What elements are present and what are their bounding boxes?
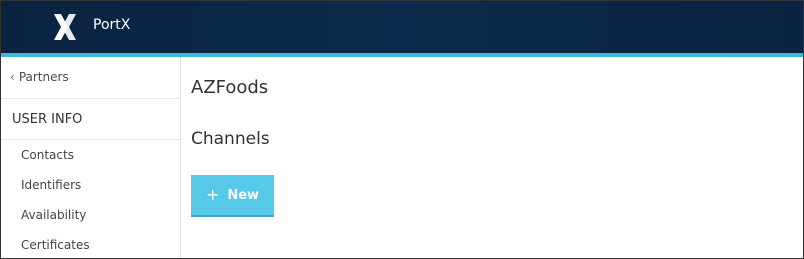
new-channel-button[interactable]: + New <box>191 175 274 217</box>
sidebar-section-title: USER INFO <box>12 112 83 127</box>
page-title: AZFoods <box>191 77 269 98</box>
portx-logo-icon[interactable] <box>51 13 79 41</box>
divider <box>1 139 181 140</box>
back-to-partners-link[interactable]: ‹ Partners <box>10 70 69 84</box>
sidebar-item-contacts[interactable]: Contacts <box>21 148 74 162</box>
sidebar-item-identifiers[interactable]: Identifiers <box>21 178 81 192</box>
sidebar-item-availability[interactable]: Availability <box>21 208 86 222</box>
divider <box>1 98 181 99</box>
section-heading-channels: Channels <box>191 129 270 149</box>
chevron-left-icon: ‹ <box>10 70 15 84</box>
top-bar: PortX <box>1 1 803 53</box>
app-title: PortX <box>93 17 131 33</box>
plus-icon: + <box>205 185 220 204</box>
new-button-label: New <box>227 187 260 203</box>
sidebar-item-certificates[interactable]: Certificates <box>21 238 90 252</box>
sidebar: ‹ Partners USER INFO Contacts Identifier… <box>1 57 181 258</box>
back-link-label: Partners <box>18 70 69 84</box>
